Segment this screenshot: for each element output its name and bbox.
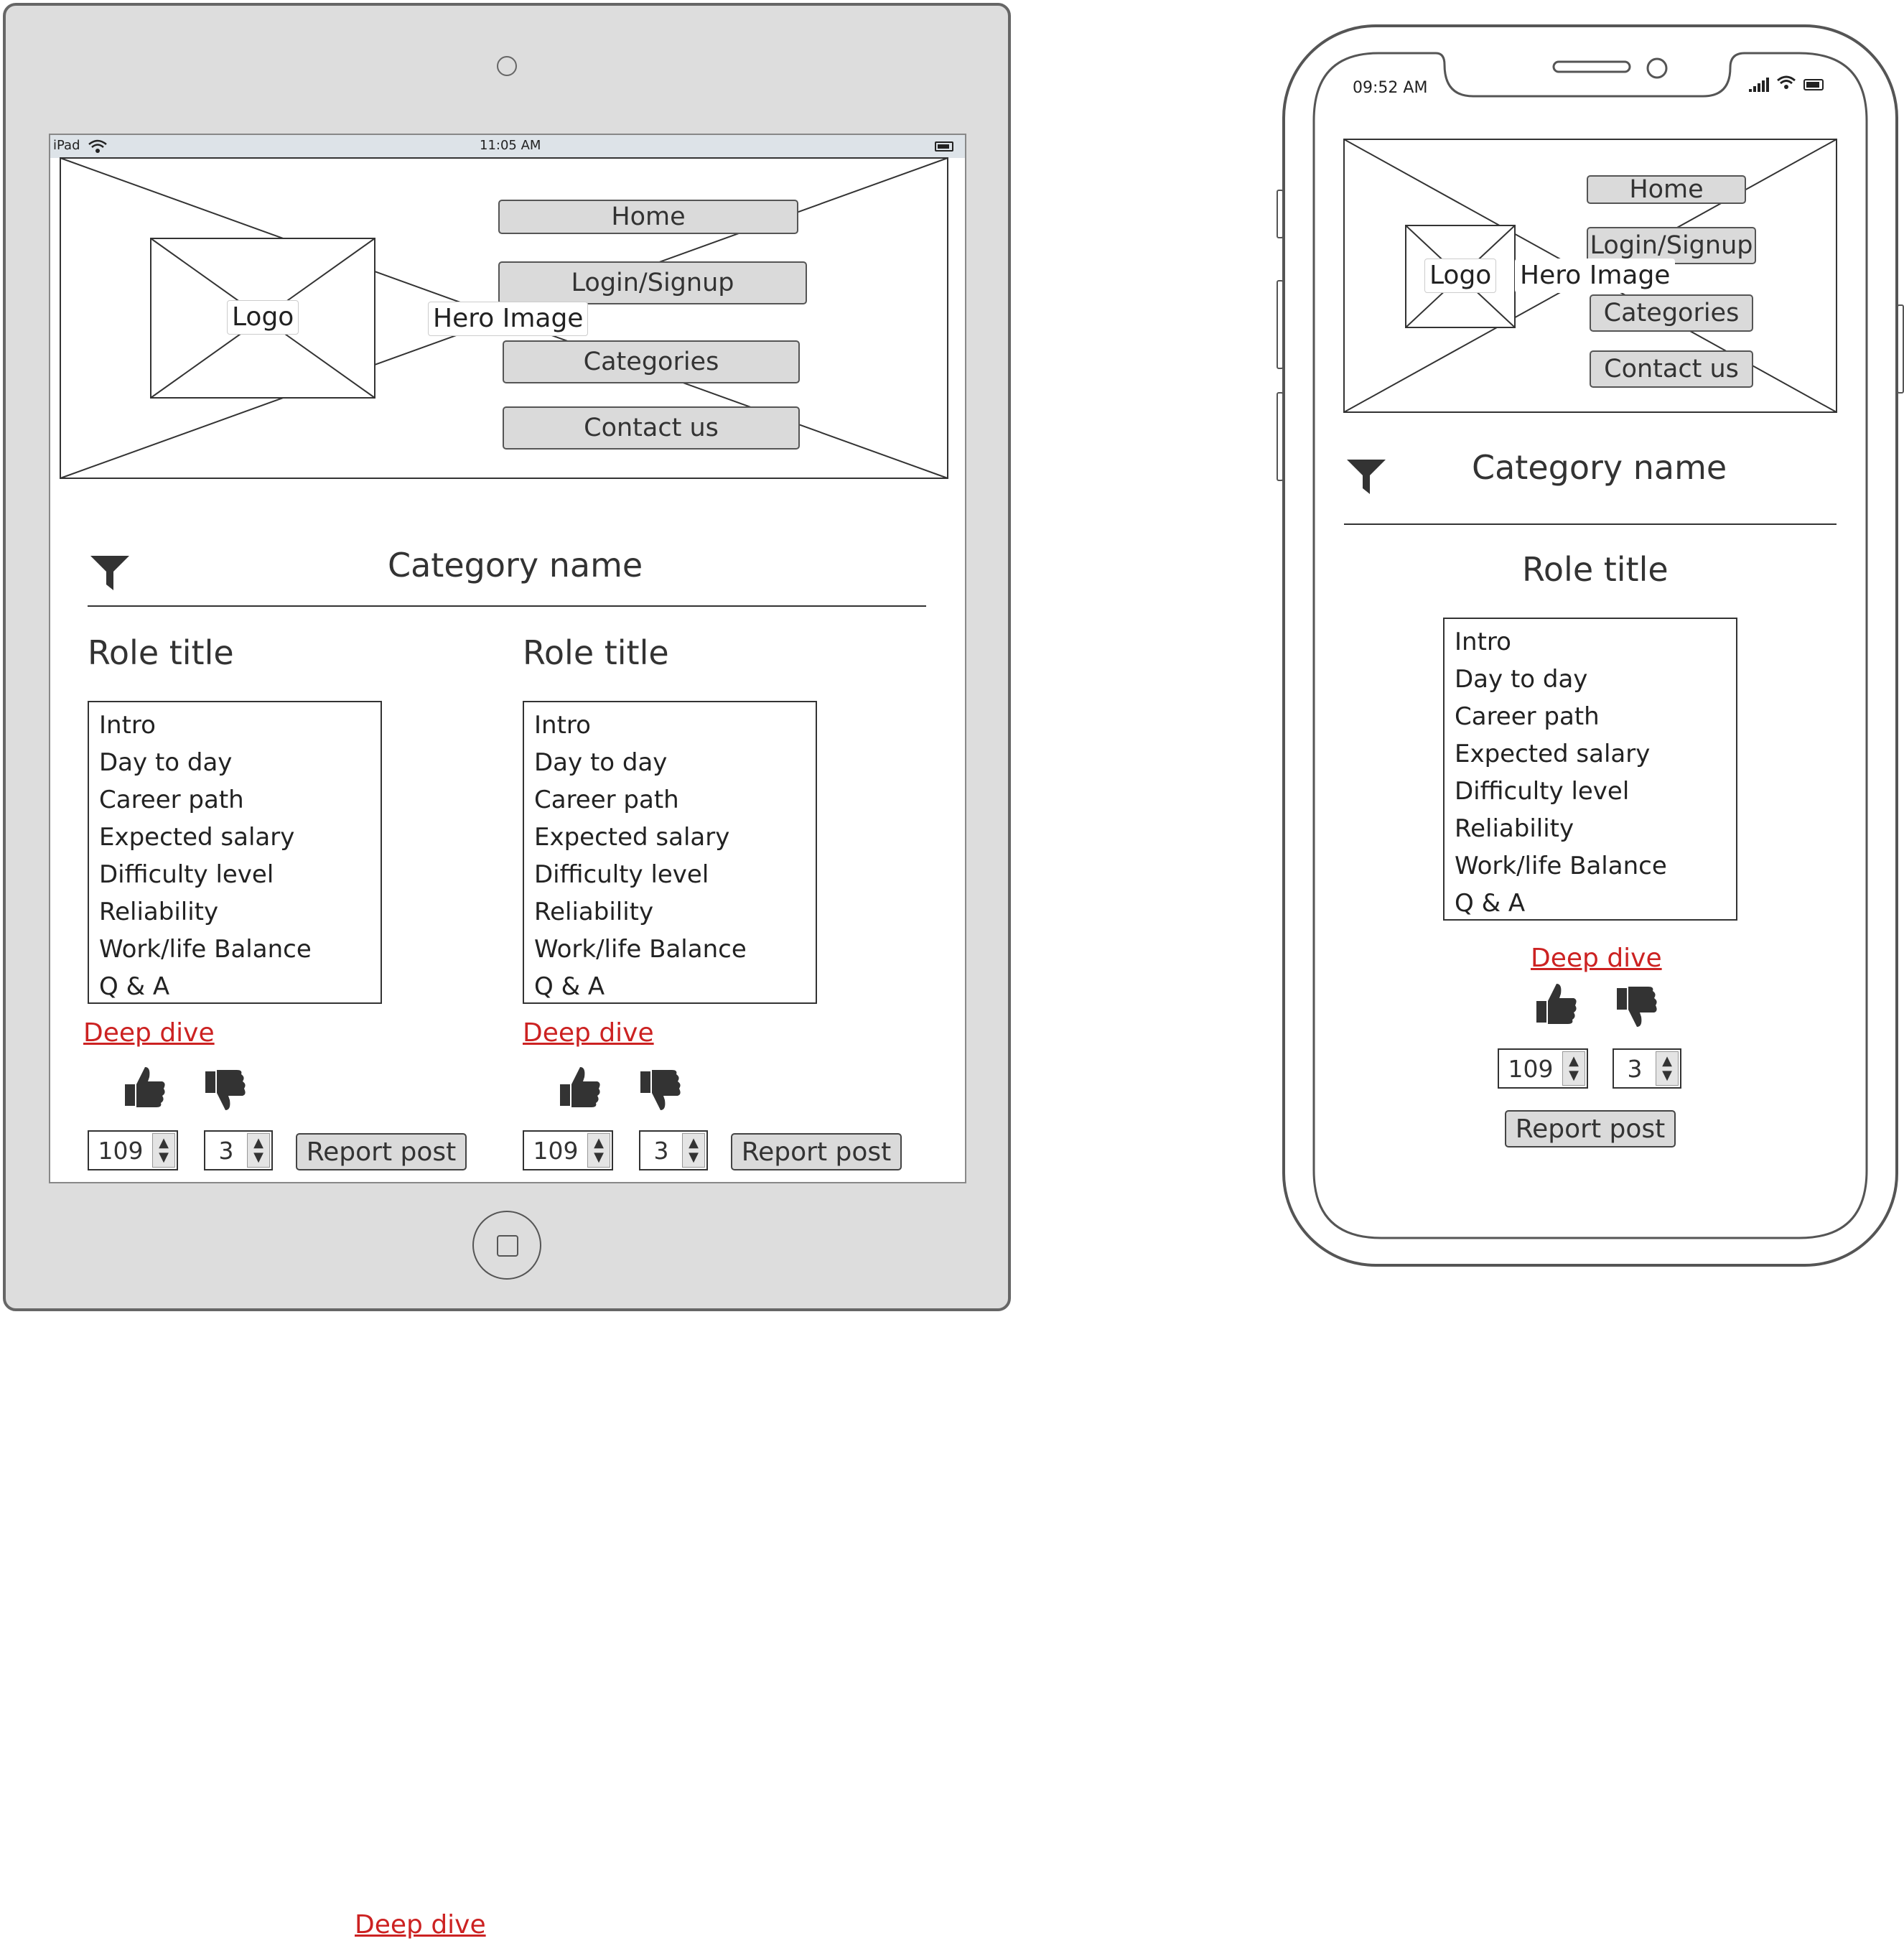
downvote-count: 3 bbox=[218, 1136, 234, 1165]
list-item[interactable]: Reliability bbox=[1455, 810, 1726, 847]
thumbs-down-icon[interactable] bbox=[638, 1067, 683, 1113]
thumbs-up-icon[interactable] bbox=[1534, 981, 1579, 1027]
list-item[interactable]: Expected salary bbox=[1455, 735, 1726, 773]
stepper-arrows-icon[interactable]: ▲ ▼ bbox=[1656, 1051, 1679, 1086]
list-item[interactable]: Expected salary bbox=[534, 819, 806, 856]
phone-side-button bbox=[1277, 392, 1284, 481]
list-item[interactable]: Day to day bbox=[1455, 661, 1726, 698]
role-title: Role title bbox=[1522, 550, 1669, 589]
downvote-count-stepper[interactable]: 3 ▲ ▼ bbox=[1613, 1048, 1681, 1089]
list-item[interactable]: Reliability bbox=[99, 893, 370, 931]
upvote-count: 109 bbox=[98, 1136, 144, 1165]
list-item[interactable]: Difficulty level bbox=[534, 856, 806, 893]
role-sections-list: Intro Day to day Career path Expected sa… bbox=[523, 701, 817, 1004]
nav-categories-button[interactable]: Categories bbox=[1590, 294, 1753, 332]
nav-login-signup-button[interactable]: Login/Signup bbox=[498, 261, 807, 304]
role-sections-list: Intro Day to day Career path Expected sa… bbox=[88, 701, 382, 1004]
category-divider bbox=[88, 605, 926, 607]
thumbs-up-icon[interactable] bbox=[557, 1064, 603, 1110]
downvote-count-stepper[interactable]: 3 ▲ ▼ bbox=[204, 1130, 273, 1170]
cellular-signal-icon bbox=[1749, 78, 1769, 92]
wifi-icon bbox=[88, 139, 107, 153]
list-item[interactable]: Work/life Balance bbox=[1455, 847, 1726, 885]
role-title: Role title bbox=[523, 633, 669, 672]
list-item[interactable]: Reliability bbox=[534, 893, 806, 931]
list-item[interactable]: Intro bbox=[99, 707, 370, 744]
upvote-count: 109 bbox=[533, 1136, 579, 1165]
upvote-count-stepper[interactable]: 109 ▲ ▼ bbox=[88, 1130, 178, 1170]
list-item[interactable]: Work/life Balance bbox=[534, 931, 806, 968]
filter-icon[interactable] bbox=[1347, 457, 1386, 495]
logo-placeholder-label: Logo bbox=[227, 300, 299, 335]
nav-contact-us-button[interactable]: Contact us bbox=[1590, 350, 1753, 388]
downvote-count: 3 bbox=[1627, 1054, 1643, 1083]
list-item[interactable]: Q & A bbox=[1455, 885, 1726, 922]
battery-icon bbox=[1803, 79, 1824, 90]
deep-dive-link[interactable]: Deep dive bbox=[523, 1018, 654, 1048]
phone-side-button bbox=[1897, 304, 1904, 394]
nav-categories-button[interactable]: Categories bbox=[503, 340, 800, 383]
list-item[interactable]: Career path bbox=[534, 781, 806, 819]
list-item[interactable]: Day to day bbox=[534, 744, 806, 781]
stepper-arrows-icon[interactable]: ▲ ▼ bbox=[587, 1133, 610, 1168]
list-item[interactable]: Career path bbox=[99, 781, 370, 819]
thumbs-down-icon[interactable] bbox=[202, 1067, 248, 1113]
status-time: 11:05 AM bbox=[480, 138, 541, 153]
list-item[interactable]: Difficulty level bbox=[1455, 773, 1726, 810]
stepper-arrows-icon[interactable]: ▲ ▼ bbox=[682, 1133, 705, 1168]
wifi-icon bbox=[1777, 75, 1796, 89]
thumbs-up-icon[interactable] bbox=[122, 1064, 168, 1110]
list-item[interactable]: Intro bbox=[1455, 623, 1726, 661]
filter-icon[interactable] bbox=[90, 553, 129, 592]
list-item[interactable]: Day to day bbox=[99, 744, 370, 781]
list-item[interactable]: Work/life Balance bbox=[99, 931, 370, 968]
tablet-status-bar: iPad 11:05 AM bbox=[50, 135, 965, 158]
category-divider bbox=[1344, 523, 1837, 525]
upvote-count: 109 bbox=[1508, 1054, 1554, 1083]
deep-dive-link[interactable]: Deep dive bbox=[1531, 944, 1662, 973]
status-device: iPad bbox=[53, 138, 80, 153]
tablet-home-button[interactable] bbox=[472, 1211, 541, 1280]
stepper-arrows-icon[interactable]: ▲ ▼ bbox=[152, 1133, 175, 1168]
upvote-count-stepper[interactable]: 109 ▲ ▼ bbox=[1498, 1048, 1588, 1089]
hero-image-label: Hero Image bbox=[1515, 259, 1676, 293]
downvote-count-stepper[interactable]: 3 ▲ ▼ bbox=[639, 1130, 708, 1170]
report-post-button[interactable]: Report post bbox=[1505, 1110, 1676, 1147]
home-square-icon bbox=[497, 1235, 518, 1257]
logo-placeholder-label: Logo bbox=[1424, 259, 1497, 293]
tablet-camera bbox=[497, 56, 517, 76]
nav-home-button[interactable]: Home bbox=[498, 200, 798, 234]
nav-contact-us-button[interactable]: Contact us bbox=[503, 406, 800, 450]
deep-dive-link[interactable]: Deep dive bbox=[355, 1910, 486, 1940]
nav-home-button[interactable]: Home bbox=[1587, 175, 1746, 204]
list-item[interactable]: Intro bbox=[534, 707, 806, 744]
downvote-count: 3 bbox=[653, 1136, 669, 1165]
stepper-arrows-icon[interactable]: ▲ ▼ bbox=[247, 1133, 270, 1168]
upvote-count-stepper[interactable]: 109 ▲ ▼ bbox=[523, 1130, 613, 1170]
report-post-button[interactable]: Report post bbox=[296, 1133, 467, 1170]
hero-image-label: Hero Image bbox=[428, 302, 589, 336]
list-item[interactable]: Career path bbox=[1455, 698, 1726, 735]
category-name-heading: Category name bbox=[388, 546, 643, 585]
stepper-arrows-icon[interactable]: ▲ ▼ bbox=[1562, 1051, 1585, 1086]
list-item[interactable]: Q & A bbox=[99, 968, 370, 1005]
phone-side-button bbox=[1277, 280, 1284, 369]
role-sections-list: Intro Day to day Career path Expected sa… bbox=[1443, 618, 1737, 921]
thumbs-down-icon[interactable] bbox=[1614, 984, 1660, 1030]
battery-icon bbox=[935, 141, 953, 152]
phone-status-time: 09:52 AM bbox=[1353, 79, 1428, 97]
category-name-heading: Category name bbox=[1472, 448, 1727, 487]
deep-dive-link[interactable]: Deep dive bbox=[83, 1018, 215, 1048]
list-item[interactable]: Expected salary bbox=[99, 819, 370, 856]
role-title: Role title bbox=[88, 633, 234, 672]
phone-side-button bbox=[1277, 190, 1284, 238]
list-item[interactable]: Difficulty level bbox=[99, 856, 370, 893]
list-item[interactable]: Q & A bbox=[534, 968, 806, 1005]
report-post-button[interactable]: Report post bbox=[731, 1133, 902, 1170]
